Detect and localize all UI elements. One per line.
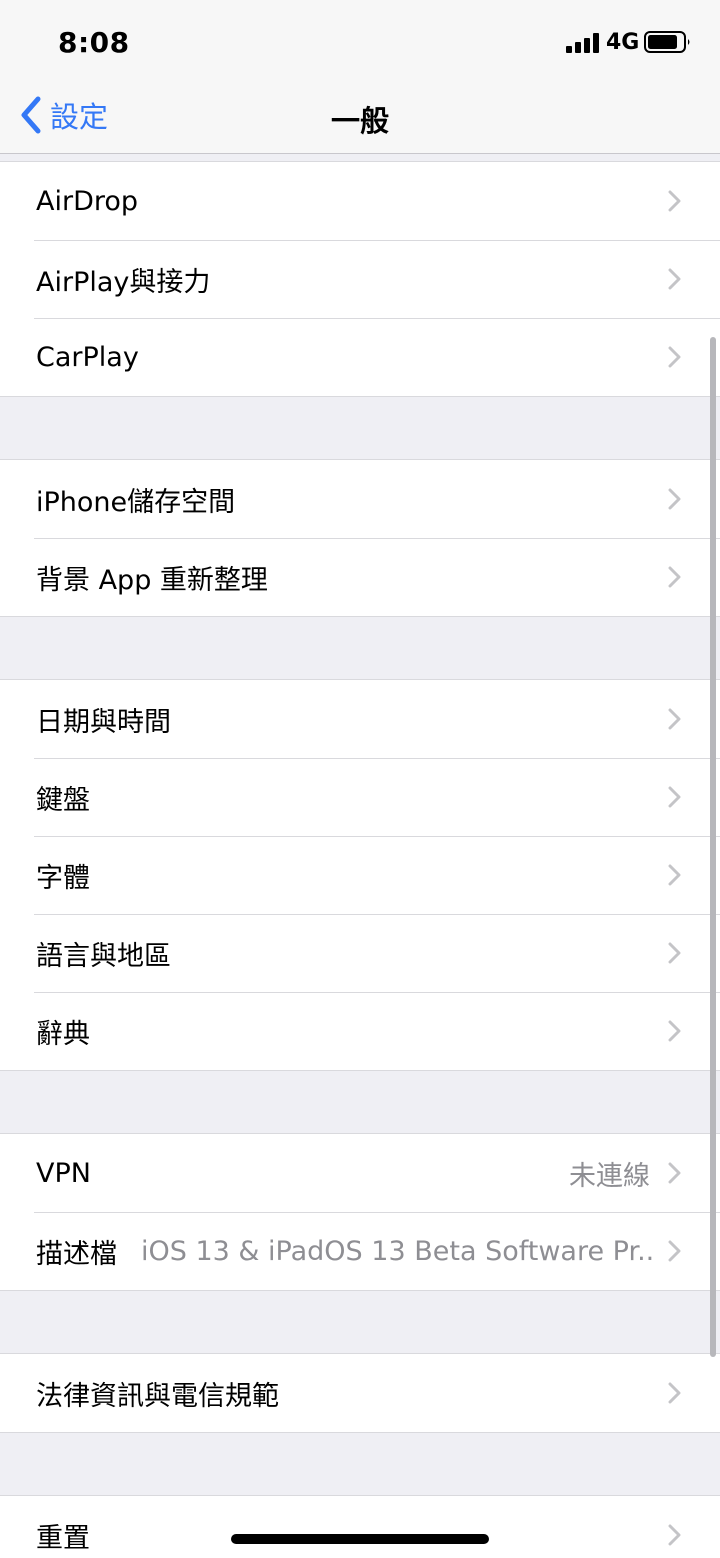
- settings-group: 法律資訊與電信規範: [0, 1353, 720, 1433]
- row-label: 背景 App 重新整理: [36, 564, 268, 596]
- row-label: CarPlay: [36, 341, 139, 373]
- row-label: 語言與地區: [36, 940, 171, 972]
- battery-icon: [644, 31, 690, 53]
- chevron-right-icon: [668, 346, 681, 368]
- row-label: 重置: [36, 1522, 90, 1554]
- chevron-right-icon: [668, 268, 681, 290]
- chevron-right-icon: [668, 488, 681, 510]
- profile-name: iOS 13 & iPadOS 13 Beta Software Pr...: [141, 1235, 654, 1267]
- chevron-right-icon: [668, 708, 681, 730]
- row-profile[interactable]: 描述檔 iOS 13 & iPadOS 13 Beta Software Pr.…: [0, 1212, 720, 1290]
- row-date-time[interactable]: 日期與時間: [0, 680, 720, 758]
- chevron-right-icon: [668, 864, 681, 886]
- row-label: 日期與時間: [36, 706, 171, 738]
- row-airplay-handoff[interactable]: AirPlay與接力: [0, 240, 720, 318]
- row-label: VPN: [36, 1157, 91, 1189]
- settings-group: AirDrop AirPlay與接力 CarPlay: [0, 161, 720, 397]
- row-carplay[interactable]: CarPlay: [0, 318, 720, 396]
- chevron-right-icon: [668, 942, 681, 964]
- settings-list: AirDrop AirPlay與接力 CarPlay iPhone儲存空間 背景…: [0, 161, 720, 1558]
- row-iphone-storage[interactable]: iPhone儲存空間: [0, 460, 720, 538]
- status-time: 8:08: [58, 26, 130, 59]
- chevron-right-icon: [668, 786, 681, 808]
- settings-group: 重置: [0, 1495, 720, 1558]
- row-fonts[interactable]: 字體: [0, 836, 720, 914]
- chevron-right-icon: [668, 1382, 681, 1404]
- row-label: 描述檔: [36, 1238, 117, 1270]
- chevron-right-icon: [668, 1240, 681, 1262]
- vpn-status: 未連線: [569, 1160, 650, 1192]
- settings-group: 日期與時間 鍵盤 字體 語言與地區 辭典: [0, 679, 720, 1071]
- row-keyboard[interactable]: 鍵盤: [0, 758, 720, 836]
- row-reset[interactable]: 重置: [0, 1496, 720, 1558]
- settings-group: iPhone儲存空間 背景 App 重新整理: [0, 459, 720, 617]
- row-dictionary[interactable]: 辭典: [0, 992, 720, 1070]
- chevron-right-icon: [668, 190, 681, 212]
- row-label: 鍵盤: [36, 784, 90, 816]
- status-bar: 8:08 4G: [0, 0, 720, 80]
- row-vpn[interactable]: VPN 未連線: [0, 1134, 720, 1212]
- row-background-app-refresh[interactable]: 背景 App 重新整理: [0, 538, 720, 616]
- chevron-right-icon: [668, 1524, 681, 1546]
- navigation-bar: 設定 一般: [0, 80, 720, 154]
- row-airdrop[interactable]: AirDrop: [0, 162, 720, 240]
- network-type: 4G: [606, 30, 640, 55]
- page-title: 一般: [330, 104, 389, 138]
- scroll-indicator[interactable]: [710, 337, 716, 1357]
- settings-group: VPN 未連線 描述檔 iOS 13 & iPadOS 13 Beta Soft…: [0, 1133, 720, 1291]
- row-label: 辭典: [36, 1018, 90, 1050]
- chevron-right-icon: [668, 1162, 681, 1184]
- row-label: AirPlay與接力: [36, 266, 211, 298]
- row-label: iPhone儲存空間: [36, 486, 236, 518]
- home-indicator[interactable]: [231, 1534, 489, 1544]
- row-legal-regulatory[interactable]: 法律資訊與電信規範: [0, 1354, 720, 1432]
- row-language-region[interactable]: 語言與地區: [0, 914, 720, 992]
- row-label: 法律資訊與電信規範: [36, 1380, 279, 1412]
- row-label: 字體: [36, 862, 90, 894]
- row-label: AirDrop: [36, 185, 139, 217]
- cellular-signal-icon: [566, 33, 599, 53]
- chevron-right-icon: [668, 1020, 681, 1042]
- chevron-right-icon: [668, 566, 681, 588]
